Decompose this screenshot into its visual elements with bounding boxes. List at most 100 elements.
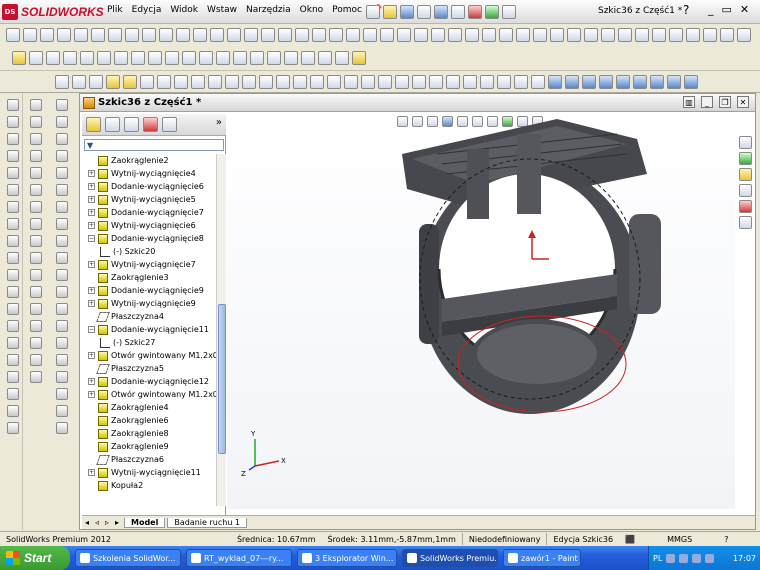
vtool-17-icon[interactable] — [6, 371, 19, 383]
menu-view[interactable]: Widok — [170, 5, 198, 15]
tab-motion-study[interactable]: Badanie ruchu 1 — [167, 517, 248, 528]
ellipse-icon[interactable] — [148, 51, 162, 65]
bottom-view-icon[interactable] — [633, 75, 647, 89]
exit-sketch-icon[interactable] — [686, 28, 700, 42]
expand-toggle[interactable] — [88, 443, 95, 450]
circle-tool-icon[interactable] — [74, 28, 88, 42]
taskbar-item-active[interactable]: SolidWorks Premiu... — [402, 549, 498, 567]
extend-tool-icon[interactable] — [227, 28, 241, 42]
security-tray-icon[interactable] — [705, 553, 715, 563]
display-style-icon[interactable] — [497, 75, 511, 89]
line-icon[interactable] — [46, 51, 60, 65]
language-indicator[interactable]: PL — [653, 554, 662, 563]
tabs-more-icon[interactable]: » — [216, 117, 222, 132]
scene-icon[interactable] — [412, 75, 426, 89]
expand-toggle[interactable]: + — [88, 352, 95, 359]
vtool-54-icon[interactable] — [56, 371, 68, 383]
check-sketch-icon[interactable] — [669, 28, 683, 42]
expand-toggle[interactable] — [88, 365, 95, 372]
clock[interactable]: 17:07 — [733, 554, 756, 563]
appearances-icon[interactable] — [739, 200, 752, 213]
tree-node[interactable]: Płaszczyzna5 — [88, 362, 164, 375]
move-tool-icon[interactable] — [295, 28, 309, 42]
rotate-tool-icon[interactable] — [312, 28, 326, 42]
spline-icon[interactable] — [131, 51, 145, 65]
section-view-icon[interactable] — [174, 75, 188, 89]
expand-toggle[interactable]: + — [88, 261, 95, 268]
tree-node[interactable]: − Dodanie-wyciągnięcie11 — [88, 323, 209, 336]
view-palette-icon[interactable] — [739, 184, 752, 197]
top-view-icon[interactable] — [616, 75, 630, 89]
volume-tray-icon[interactable] — [692, 553, 702, 563]
network-tray-icon[interactable] — [679, 553, 689, 563]
polygon-icon[interactable] — [165, 51, 179, 65]
rapid-sketch-icon[interactable] — [550, 28, 564, 42]
vtool-42-icon[interactable] — [56, 167, 68, 179]
tree-node[interactable]: Płaszczyzna6 — [88, 453, 164, 466]
pattern-tool-icon[interactable] — [278, 28, 292, 42]
arc-tool-icon[interactable] — [91, 28, 105, 42]
intersection-curve-icon[interactable] — [431, 28, 445, 42]
vtool-31-icon[interactable] — [30, 269, 42, 281]
sketch-picture-icon[interactable] — [499, 28, 513, 42]
vtool-38-icon[interactable] — [56, 99, 68, 111]
help-tray-icon[interactable] — [666, 553, 676, 563]
smart-dimension-icon[interactable] — [23, 28, 37, 42]
vtool-48-icon[interactable] — [56, 269, 68, 281]
menu-file[interactable]: Plik — [107, 5, 123, 15]
tab-last-icon[interactable]: ▸ — [112, 518, 122, 527]
start-button[interactable]: Start — [0, 546, 70, 570]
parting-line-icon[interactable] — [361, 75, 375, 89]
vtool-43-icon[interactable] — [56, 184, 68, 196]
tree-node[interactable]: Zaokrąglenie8 — [88, 427, 169, 440]
offset-icon[interactable] — [233, 51, 247, 65]
sketch-icon[interactable] — [12, 51, 26, 65]
vtool-16-icon[interactable] — [6, 354, 19, 366]
polygon-tool-icon[interactable] — [108, 28, 122, 42]
tree-node[interactable]: + Wytnij-wyciągnięcie11 — [88, 466, 201, 479]
expand-toggle[interactable] — [88, 456, 95, 463]
custom-properties-icon[interactable] — [739, 216, 752, 229]
vtool-7-icon[interactable] — [6, 201, 19, 213]
quick-snaps-icon[interactable] — [533, 28, 547, 42]
tree-node[interactable]: Zaokrąglenie9 — [88, 440, 169, 453]
vtool-29-icon[interactable] — [30, 235, 42, 247]
display-relations-icon[interactable] — [301, 51, 315, 65]
vtool-11-icon[interactable] — [6, 269, 19, 281]
right-view-icon[interactable] — [599, 75, 613, 89]
vtool-49-icon[interactable] — [56, 286, 68, 298]
spline-tool-icon[interactable] — [125, 28, 139, 42]
expand-toggle[interactable] — [88, 313, 95, 320]
doc-tile-icon[interactable]: ▥ — [683, 96, 695, 108]
vtool-56-icon[interactable] — [56, 405, 68, 417]
vtool-55-icon[interactable] — [56, 388, 68, 400]
expand-toggle[interactable] — [88, 157, 95, 164]
vtool-13-icon[interactable] — [6, 303, 19, 315]
tree-node[interactable]: + Wytnij-wyciągnięcie5 — [88, 193, 196, 206]
taskbar-item[interactable]: RT_wyklad_07---ry... — [186, 549, 292, 567]
valve-body-model[interactable] — [402, 119, 661, 414]
vtool-9-icon[interactable] — [6, 235, 19, 247]
point-icon[interactable] — [182, 51, 196, 65]
collapse-toggle[interactable]: − — [88, 235, 95, 242]
vtool-1-icon[interactable] — [6, 99, 19, 111]
sketch-tool-icon[interactable] — [6, 28, 20, 42]
shaded-sketch-icon[interactable] — [584, 28, 598, 42]
shaded-icon[interactable] — [191, 75, 205, 89]
face-curves-icon[interactable] — [448, 28, 462, 42]
relations-icon[interactable] — [635, 28, 649, 42]
add-relation-icon[interactable] — [352, 51, 366, 65]
tree-node[interactable]: + Dodanie-wyciągnięcie9 — [88, 284, 204, 297]
tab-model[interactable]: Model — [124, 517, 166, 528]
tab-next-icon[interactable]: ▹ — [102, 518, 112, 527]
tree-node[interactable]: + Otwór gwintowany M1.2x0. — [88, 388, 216, 401]
stretch-tool-icon[interactable] — [363, 28, 377, 42]
new-icon[interactable] — [366, 5, 380, 19]
hide-show-icon[interactable] — [378, 75, 392, 89]
instant-2d-icon[interactable] — [567, 28, 581, 42]
design-library-icon[interactable] — [739, 152, 752, 165]
dimxpert-tab-icon[interactable] — [143, 117, 158, 132]
wireframe-icon[interactable] — [157, 75, 171, 89]
tree-node[interactable]: Zaokrąglenie6 — [88, 414, 169, 427]
vtool-21-icon[interactable] — [30, 99, 42, 111]
